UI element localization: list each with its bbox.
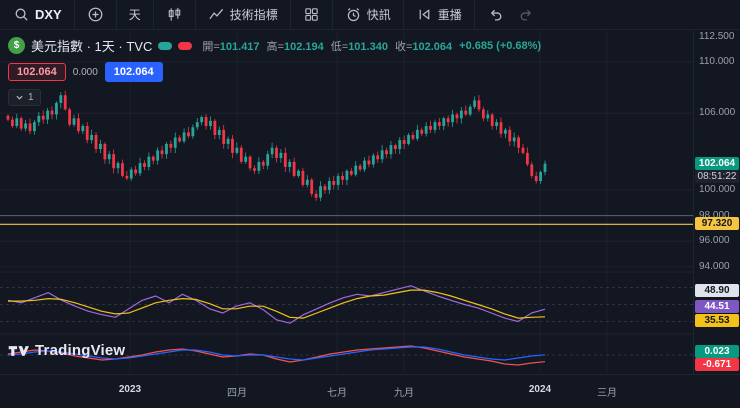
toolbar-separator: [115, 0, 117, 29]
time-axis-label: 2023: [118, 384, 142, 395]
toolbar-separator: [473, 0, 475, 29]
alerts-label: 快訊: [366, 7, 391, 22]
indicators-button[interactable]: 技術指標: [201, 3, 285, 26]
legend-pill-red[interactable]: [178, 41, 193, 50]
ohlc-high-value: 102.194: [283, 40, 324, 53]
ohlc-open-label: 開=: [202, 40, 220, 53]
indicators-icon: [209, 8, 223, 20]
time-axis-label: 七月: [327, 388, 347, 399]
legend-pill-green[interactable]: [158, 41, 173, 50]
tradingview-app: DXY 天 技術指標 快訊 重播 $ 美元指數 · 1天 · TVC 開=101…: [0, 0, 740, 408]
legend-symbol-row: $ 美元指數 · 1天 · TVC 開=101.417 高=102.194 低=…: [8, 36, 541, 55]
replay-icon: [419, 9, 430, 20]
buy-button[interactable]: 102.064: [104, 62, 163, 82]
tradingview-logo[interactable]: TradingView: [8, 342, 125, 359]
search-icon: [15, 8, 28, 21]
symbol-search-label: DXY: [35, 7, 62, 22]
tradingview-logo-text: TradingView: [35, 342, 126, 359]
collapsed-indicator-count: 1: [28, 92, 34, 103]
candlestick-icon: [168, 7, 181, 21]
ohlc-high-label: 高=: [266, 40, 284, 53]
ohlc-close-value: 102.064: [412, 40, 453, 53]
ohlc-close-label: 收=: [394, 40, 413, 53]
layout-grid-icon: [305, 8, 318, 21]
toolbar-separator: [289, 0, 291, 29]
legend-collapse-button[interactable]: 1: [8, 89, 41, 106]
symbol-search-button[interactable]: DXY: [6, 3, 69, 26]
chevron-down-icon: [16, 95, 23, 100]
top-toolbar: DXY 天 技術指標 快訊 重播: [0, 0, 740, 30]
layout-grid-button[interactable]: [296, 3, 327, 26]
redo-icon: [520, 9, 531, 21]
compare-button[interactable]: [80, 3, 111, 26]
chart-legend: $ 美元指數 · 1天 · TVC 開=101.417 高=102.194 低=…: [8, 36, 541, 106]
alarm-clock-icon: [347, 8, 359, 22]
ohlc-values: 開=101.417 高=102.194 低=101.340 收=102.064 …: [202, 38, 541, 54]
toolbar-separator: [152, 0, 154, 29]
undo-button[interactable]: [480, 3, 511, 26]
ohlc-open-value: 101.417: [219, 40, 260, 53]
time-axis-label: 三月: [597, 388, 617, 399]
interval-button[interactable]: 天: [122, 6, 148, 24]
toolbar-separator: [73, 0, 75, 29]
interval-label: 天: [128, 7, 141, 22]
change-value: +0.685 (+0.68%): [459, 39, 542, 52]
time-axis-labels: 2023 四月 七月 九月 2024 三月: [0, 375, 740, 408]
chart-type-button[interactable]: [159, 3, 190, 26]
price-scale[interactable]: [693, 30, 740, 374]
spread-value: 0.000: [72, 66, 98, 78]
legend-symbol-title[interactable]: 美元指數 · 1天 · TVC: [31, 36, 152, 55]
indicators-label: 技術指標: [229, 7, 278, 22]
ohlc-low-label: 低=: [330, 40, 349, 53]
time-axis-label: 2024: [528, 384, 552, 395]
ohlc-low-value: 101.340: [348, 40, 388, 53]
sell-button[interactable]: 102.064: [8, 63, 66, 81]
time-axis-label: 四月: [227, 388, 247, 399]
toolbar-separator: [194, 0, 196, 29]
toolbar-separator: [331, 0, 333, 29]
alerts-button[interactable]: 快訊: [338, 3, 398, 26]
replay-button[interactable]: 重播: [409, 3, 469, 26]
trading-buttons-row: 102.064 0.000 102.064: [8, 62, 163, 82]
plus-circle-icon: [88, 7, 103, 22]
replay-label: 重播: [437, 7, 462, 22]
time-axis-label: 九月: [394, 388, 414, 399]
toolbar-separator: [402, 0, 404, 29]
symbol-logo: $: [8, 37, 25, 54]
undo-icon: [490, 9, 502, 21]
tradingview-logo-icon: [8, 345, 29, 356]
time-axis[interactable]: 2023 四月 七月 九月 2024 三月: [0, 374, 740, 408]
redo-button[interactable]: [511, 3, 542, 26]
